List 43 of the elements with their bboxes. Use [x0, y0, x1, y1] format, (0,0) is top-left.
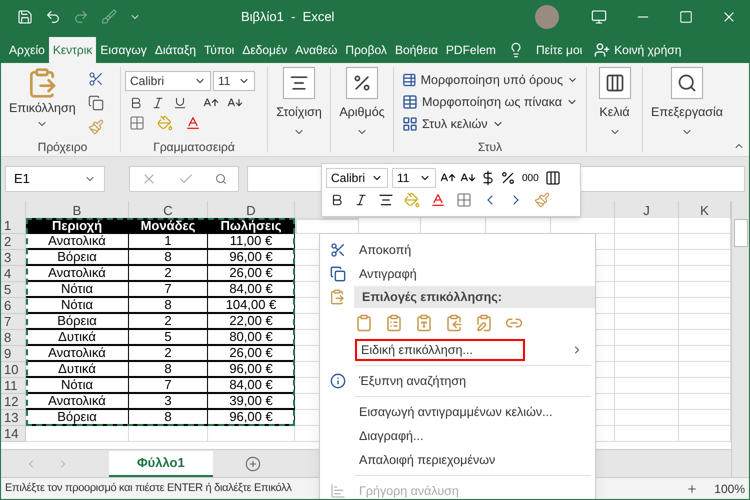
table-cell: Νότια — [26, 378, 129, 394]
table-cell: 96,00 € — [208, 250, 295, 266]
table-cell: Ανατολικά — [26, 346, 129, 362]
table-cell: 39,00 € — [208, 394, 295, 410]
table-cell: 11,00 € — [208, 234, 295, 250]
table-cell: Βόρεια — [26, 250, 129, 266]
table-cell: Νότια — [26, 298, 129, 314]
table-cell: 80,00 € — [208, 330, 295, 346]
table-cell: 8 — [129, 298, 208, 314]
table-cell: 84,00 € — [208, 378, 295, 394]
table-cell: 7 — [129, 378, 208, 394]
column-heading: Περιοχή — [26, 218, 129, 234]
table-cell: 26,00 € — [208, 346, 295, 362]
table-cell: 2 — [129, 314, 208, 330]
group-label: Πρόχειρο — [36, 139, 88, 156]
table-cell: Βόρεια — [26, 314, 129, 330]
group-label: Γραμματοσειρά — [152, 139, 236, 156]
table-cell: 5 — [129, 330, 208, 346]
table-cell: 26,00 € — [208, 266, 295, 282]
table-cell: Νότια — [26, 282, 129, 298]
table-cell: Ανατολικά — [26, 234, 129, 250]
column-heading: Μονάδες — [129, 218, 208, 234]
table-cell: 84,00 € — [208, 282, 295, 298]
group-label: Στυλ — [476, 139, 504, 156]
table-cell: 2 — [129, 346, 208, 362]
table-cell: 7 — [129, 282, 208, 298]
table-cell: Ανατολικά — [26, 394, 129, 410]
table-cell: 104,00 € — [208, 298, 295, 314]
table-cell: 22,00 € — [208, 314, 295, 330]
table-cell: 1 — [129, 234, 208, 250]
table-cell: 8 — [129, 362, 208, 378]
table-cell: Ανατολικά — [26, 266, 129, 282]
status-message: Επιλέξτε τον προορισμό και πιέστε ENTER ή διαλέξτε Επικόλλ — [5, 481, 292, 496]
table-cell: 96,00 € — [208, 362, 295, 378]
table-cell: 3 — [129, 394, 208, 410]
menu-section-header: Επιλογές επικόλλησης: — [354, 286, 595, 308]
table-cell: 2 — [129, 266, 208, 282]
window-title: Βιβλίο1 - Excel — [241, 8, 334, 26]
table-cell: Δυτικά — [26, 330, 129, 346]
table-cell: Δυτικά — [26, 362, 129, 378]
table-cell: 96,00 € — [208, 410, 295, 426]
table-cell: 8 — [129, 250, 208, 266]
column-heading: Πωλήσεις — [208, 218, 295, 234]
